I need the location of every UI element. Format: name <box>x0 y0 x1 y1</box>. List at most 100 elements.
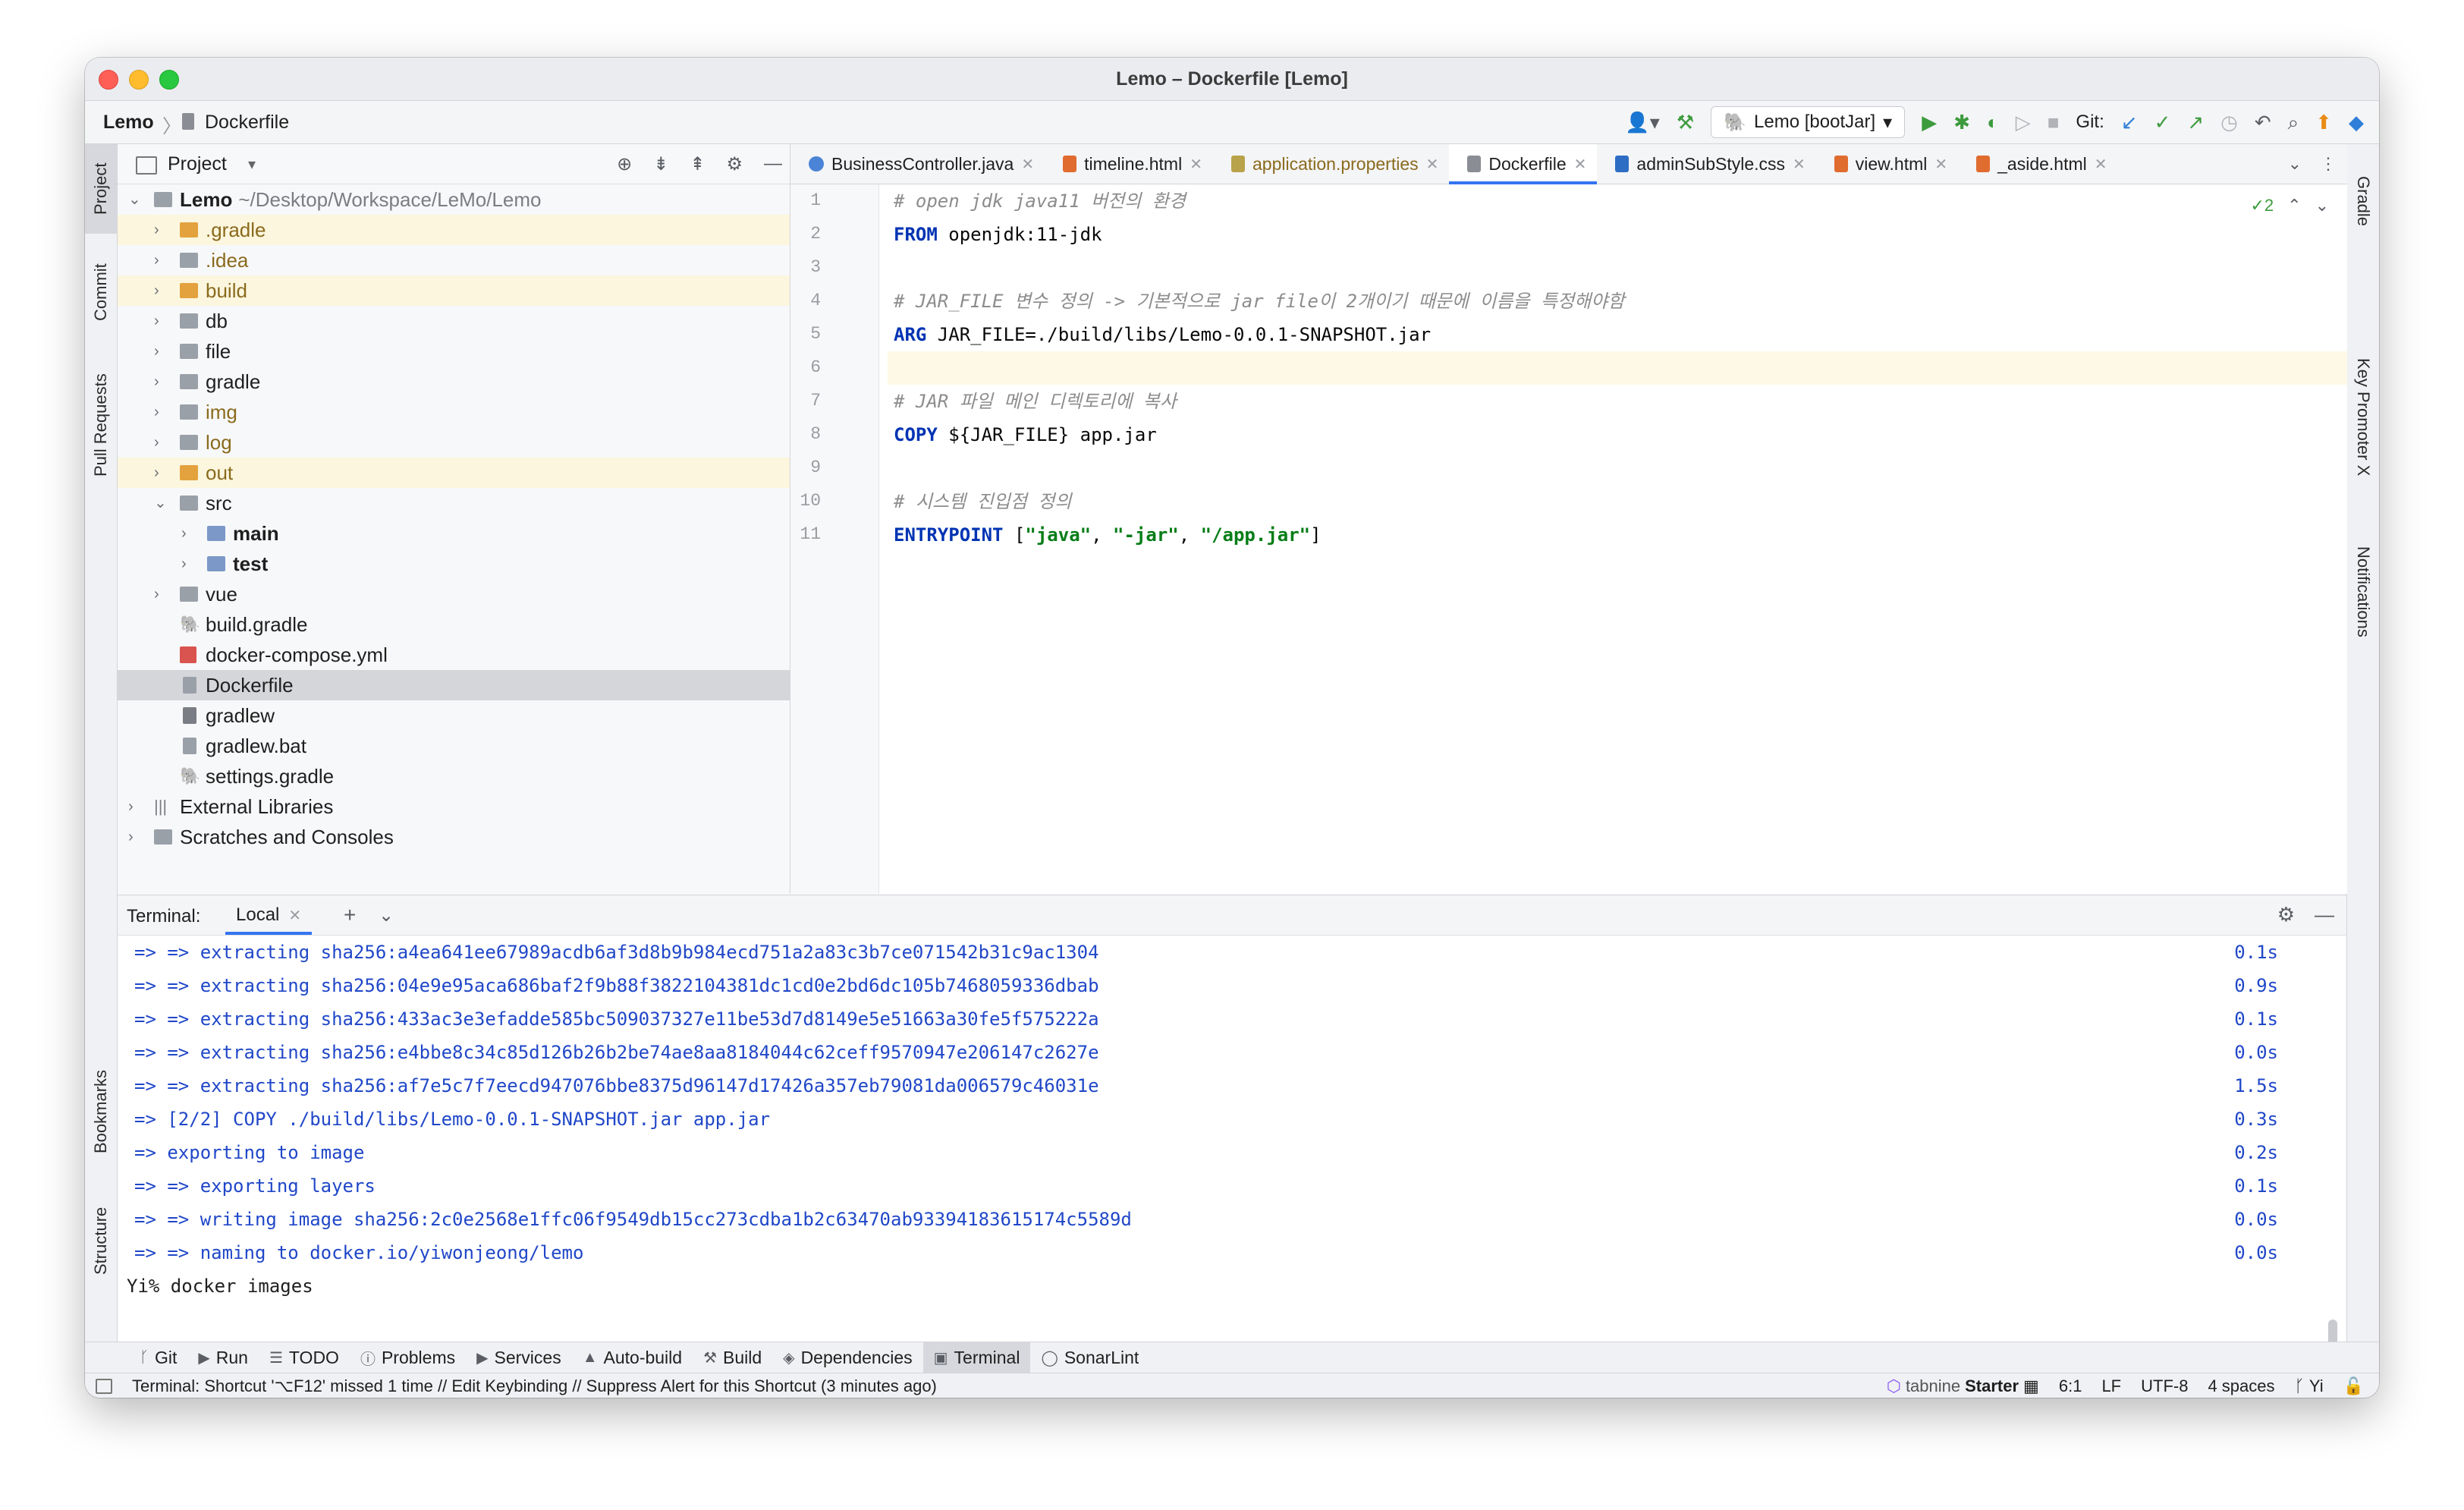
chevron-right-icon[interactable]: › <box>154 579 159 609</box>
tool-tab-gradle[interactable]: Gradle <box>2347 152 2379 250</box>
tab-timeline-html[interactable]: timeline.html ✕ <box>1045 144 1213 184</box>
tool-tab-notifications[interactable]: Notifications <box>2347 524 2379 660</box>
project-panel-title[interactable]: Project <box>168 153 227 175</box>
hide-panel-icon[interactable]: — <box>764 153 782 175</box>
tool-button-todo[interactable]: ☰ TODO <box>259 1342 350 1373</box>
tool-button-git[interactable]: ᚴ Git <box>129 1342 187 1373</box>
tool-tab-bookmarks[interactable]: Bookmarks <box>85 1047 117 1176</box>
status-message[interactable]: Terminal: Shortcut '⌥F12' missed 1 time … <box>132 1376 937 1396</box>
tree-row-log[interactable]: › log <box>118 427 790 458</box>
git-rollback-icon[interactable]: ↶ <box>2255 101 2271 143</box>
tree-row-main[interactable]: › main <box>118 518 790 549</box>
chevron-right-icon[interactable]: › <box>128 822 134 852</box>
tree-row-idea[interactable]: › .idea <box>118 245 790 275</box>
chevron-right-icon[interactable]: › <box>154 427 159 458</box>
stop-icon[interactable]: ■ <box>2048 101 2060 143</box>
tool-tab-commit[interactable]: Commit <box>85 243 117 341</box>
more-options-icon[interactable]: ⋮ <box>2320 154 2337 174</box>
close-icon[interactable]: ✕ <box>1021 155 1034 174</box>
close-icon[interactable]: ✕ <box>1426 155 1439 174</box>
code-line-5[interactable]: ARG JAR_FILE=./build/libs/Lemo-0.0.1-SNA… <box>888 318 2347 351</box>
search-icon[interactable]: ⌕ <box>2288 101 2299 143</box>
git-history-icon[interactable]: ◷ <box>2220 101 2238 143</box>
tab-business-controller[interactable]: BusinessController.java ✕ <box>790 144 1045 184</box>
chevron-right-icon[interactable]: › <box>154 366 159 397</box>
close-icon[interactable]: ✕ <box>1574 155 1587 174</box>
terminal-output[interactable]: => => extracting sha256:a4ea641ee67989ac… <box>118 936 2346 1373</box>
chevron-down-icon[interactable]: ⌄ <box>154 488 167 518</box>
tree-row-root[interactable]: ⌄ Lemo ~/Desktop/Workspace/LeMo/Lemo <box>118 184 790 215</box>
update-available-icon[interactable]: ⬆ <box>2315 101 2332 143</box>
breadcrumb-file[interactable]: Dockerfile <box>205 112 289 134</box>
jetbrains-logo-icon[interactable]: ◆ <box>2349 101 2364 143</box>
tool-button-sonarlint[interactable]: ◯ SonarLint <box>1030 1342 1149 1373</box>
tool-button-run[interactable]: ▶ Run <box>187 1342 259 1373</box>
tab-view-html[interactable]: view.html ✕ <box>1816 144 1958 184</box>
chevron-right-icon[interactable]: › <box>154 336 159 366</box>
chevron-down-icon[interactable]: ⌄ <box>379 904 394 926</box>
previous-highlight-icon[interactable]: ⌃ <box>2287 196 2301 215</box>
tree-row-img[interactable]: › img <box>118 397 790 427</box>
tab-aside-html[interactable]: _aside.html ✕ <box>1958 144 2117 184</box>
toggle-tool-windows-icon[interactable] <box>96 1379 112 1394</box>
close-icon[interactable]: ✕ <box>288 906 301 925</box>
tree-row-gradlew[interactable]: gradlew <box>118 700 790 731</box>
indent-setting[interactable]: 4 spaces <box>2208 1376 2274 1396</box>
new-terminal-plus-icon[interactable]: + <box>344 903 356 927</box>
tool-button-build[interactable]: ⚒ Build <box>693 1342 772 1373</box>
chevron-right-icon[interactable]: › <box>154 215 159 245</box>
git-branch-widget[interactable]: ᚴ Yi <box>2295 1376 2324 1396</box>
chevron-down-icon[interactable]: ⌄ <box>128 184 141 215</box>
chevron-right-icon[interactable]: › <box>181 549 187 579</box>
code-line-4[interactable]: # JAR_FILE 변수 정의 -> 기본적으로 jar file이 2개이기… <box>888 285 2347 318</box>
locate-file-icon[interactable]: ⊕ <box>617 153 632 175</box>
breadcrumb-project[interactable]: Lemo <box>103 112 154 134</box>
gear-icon[interactable]: ⚙ <box>2277 903 2295 926</box>
git-update-icon[interactable]: ↙ <box>2121 101 2138 143</box>
code-line-10[interactable]: # 시스템 진입점 정의 <box>888 485 2347 518</box>
tab-application-properties[interactable]: application.properties ✕ <box>1213 144 1449 184</box>
tree-row-dockerfile[interactable]: Dockerfile <box>118 670 790 700</box>
tool-tab-pull-requests[interactable]: Pull Requests <box>85 349 117 501</box>
inspection-widget[interactable]: ✓2 ⌃ ⌄ <box>2250 196 2329 215</box>
tool-button-dependencies[interactable]: ◈ Dependencies <box>772 1342 922 1373</box>
tool-button-terminal[interactable]: ▣ Terminal <box>922 1342 1031 1373</box>
tree-row-gradlew-bat[interactable]: gradlew.bat <box>118 731 790 761</box>
tab-list-chevron-icon[interactable]: ⌄ <box>2288 154 2302 174</box>
git-push-icon[interactable]: ↗ <box>2187 101 2204 143</box>
code-line-11[interactable]: ENTRYPOINT ["java", "-jar", "/app.jar"] <box>888 518 2347 552</box>
tree-row-gradle[interactable]: › gradle <box>118 366 790 397</box>
terminal-prompt-line[interactable]: Yi% docker images <box>127 1269 2278 1303</box>
chevron-down-icon[interactable]: ▾ <box>248 155 256 174</box>
chevron-right-icon[interactable]: › <box>181 518 187 549</box>
tree-row-docker-compose[interactable]: docker-compose.yml <box>118 640 790 670</box>
close-icon[interactable]: ✕ <box>1793 155 1806 174</box>
tabnine-widget[interactable]: ⬡ tabnine Starter ▦ <box>1887 1376 2039 1396</box>
tool-button-services[interactable]: ▶ Services <box>466 1342 572 1373</box>
tree-row-build-dir[interactable]: › build <box>118 275 790 306</box>
tree-row-src[interactable]: ⌄ src <box>118 488 790 518</box>
code-line-1[interactable]: # open jdk java11 버전의 환경 <box>888 184 2347 218</box>
chevron-right-icon[interactable]: › <box>154 245 159 275</box>
hide-panel-icon[interactable]: — <box>2315 903 2334 926</box>
debug-icon[interactable]: ✱ <box>1953 101 1970 143</box>
chevron-right-icon[interactable]: › <box>154 306 159 336</box>
close-icon[interactable]: ✕ <box>1934 155 1947 174</box>
next-highlight-icon[interactable]: ⌄ <box>2315 196 2329 215</box>
tree-row-out[interactable]: › out <box>118 458 790 488</box>
expand-all-icon[interactable]: ⇟ <box>653 153 668 175</box>
chevron-right-icon[interactable]: › <box>128 791 134 822</box>
user-account-icon[interactable]: 👤▾ <box>1625 101 1659 143</box>
tree-row-external-libraries[interactable]: › ||| External Libraries <box>118 791 790 822</box>
tool-tab-project[interactable]: Project <box>85 144 117 234</box>
tree-row-db[interactable]: › db <box>118 306 790 336</box>
git-commit-icon[interactable]: ✓ <box>2154 101 2171 143</box>
tool-tab-key-promoter[interactable]: Key Promoter X <box>2347 326 2379 508</box>
tree-row-settings-gradle[interactable]: 🐘 settings.gradle <box>118 761 790 791</box>
coverage-icon[interactable]: ◐ <box>1987 101 1999 143</box>
caret-position[interactable]: 6:1 <box>2059 1376 2082 1396</box>
code-line-6-current[interactable] <box>888 351 2347 385</box>
tree-row-vue[interactable]: › vue <box>118 579 790 609</box>
profile-icon[interactable]: ▷ <box>2016 101 2031 143</box>
code-line-3[interactable] <box>888 251 2347 285</box>
